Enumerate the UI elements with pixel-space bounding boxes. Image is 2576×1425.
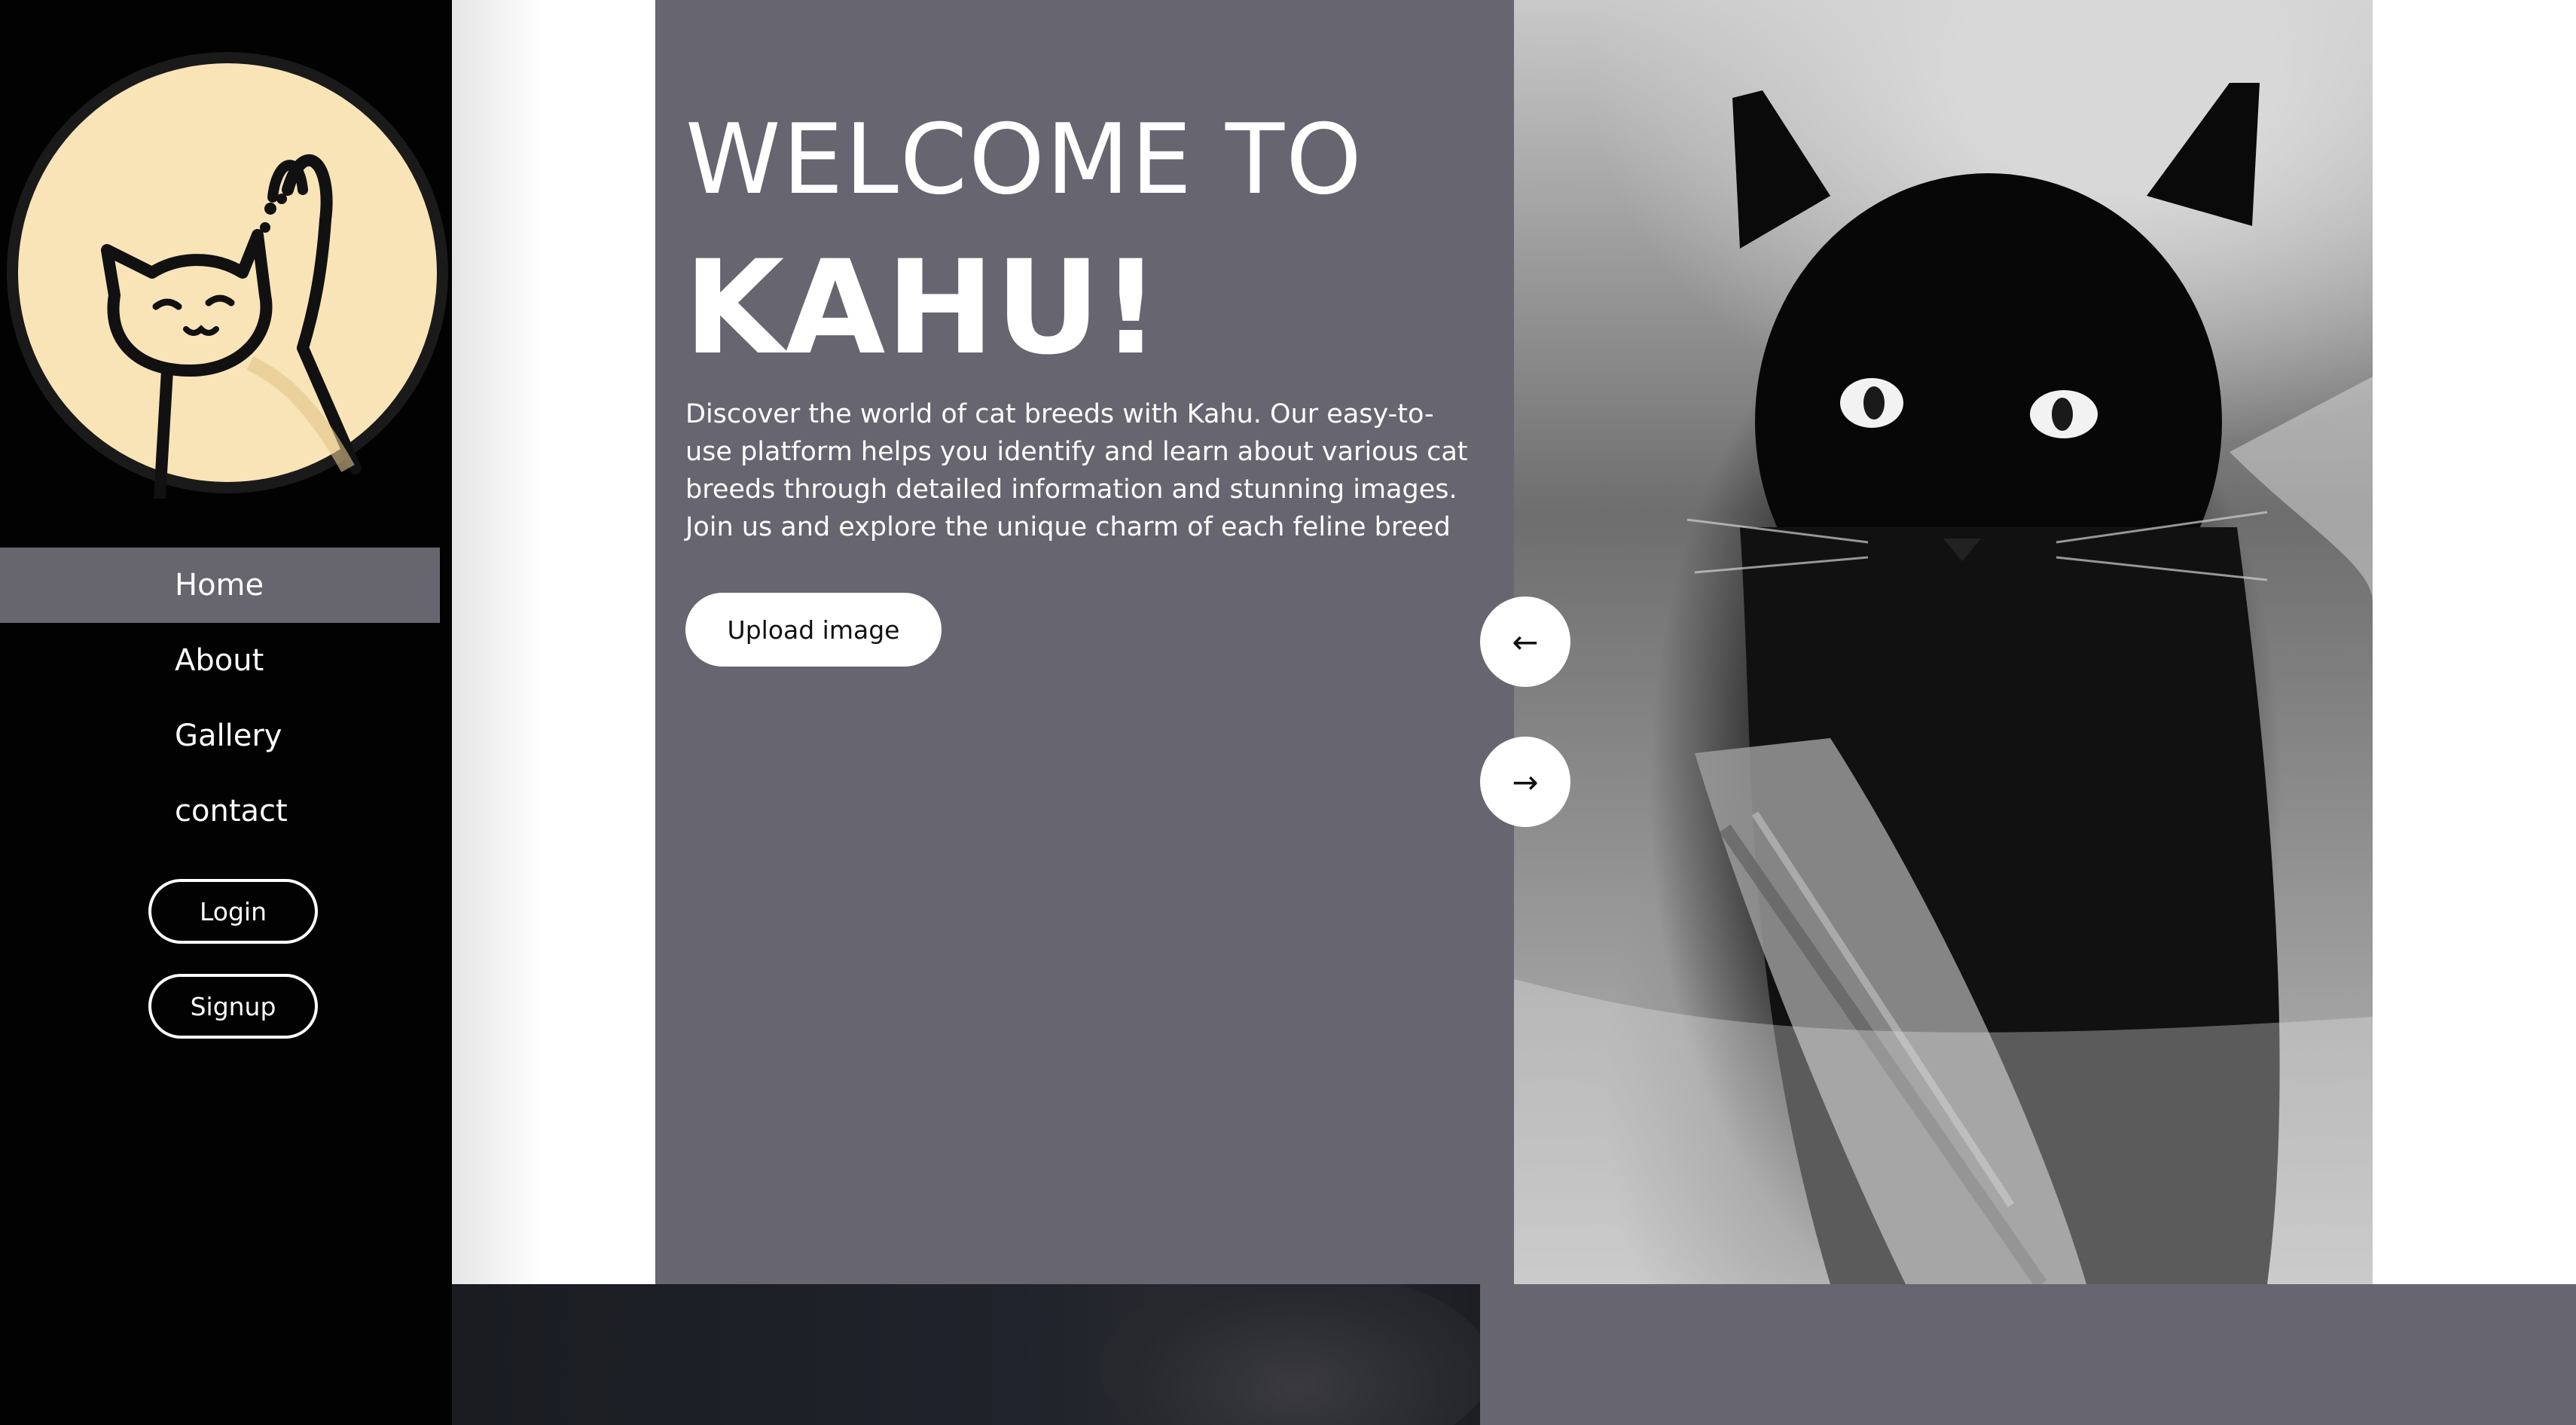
prev-arrow-button[interactable]: ← — [1480, 597, 1570, 687]
cat-photo — [1514, 0, 2373, 1284]
next-section-panel — [1480, 1284, 2576, 1425]
nav-item-about[interactable]: About — [0, 623, 440, 698]
login-button[interactable]: Login — [148, 879, 318, 944]
arrow-left-icon: ← — [1512, 623, 1539, 661]
nav-item-home[interactable]: Home — [0, 548, 440, 623]
signup-button[interactable]: Signup — [148, 974, 318, 1039]
brand-title: KAHU! — [684, 232, 1161, 383]
edge-shadow — [452, 0, 542, 1284]
nav-item-gallery[interactable]: Gallery — [0, 698, 440, 774]
upload-image-button[interactable]: Upload image — [685, 593, 942, 667]
hero-panel: WELCOME TO KAHU! Discover the world of c… — [655, 0, 1514, 1284]
arrow-right-icon: → — [1512, 763, 1539, 801]
main-nav: Home About Gallery contact — [0, 548, 440, 849]
cat-fur-shape — [1100, 1284, 1480, 1425]
welcome-heading: WELCOME TO — [685, 104, 1363, 216]
next-arrow-button[interactable]: → — [1480, 737, 1570, 827]
next-section-image — [452, 1284, 1480, 1425]
nav-item-contact[interactable]: contact — [0, 774, 440, 849]
cat-logo-icon[interactable] — [2, 47, 453, 499]
hero-description: Discover the world of cat breeds with Ka… — [685, 399, 1468, 542]
sidebar: Home About Gallery contact Login Signup — [0, 0, 452, 1425]
